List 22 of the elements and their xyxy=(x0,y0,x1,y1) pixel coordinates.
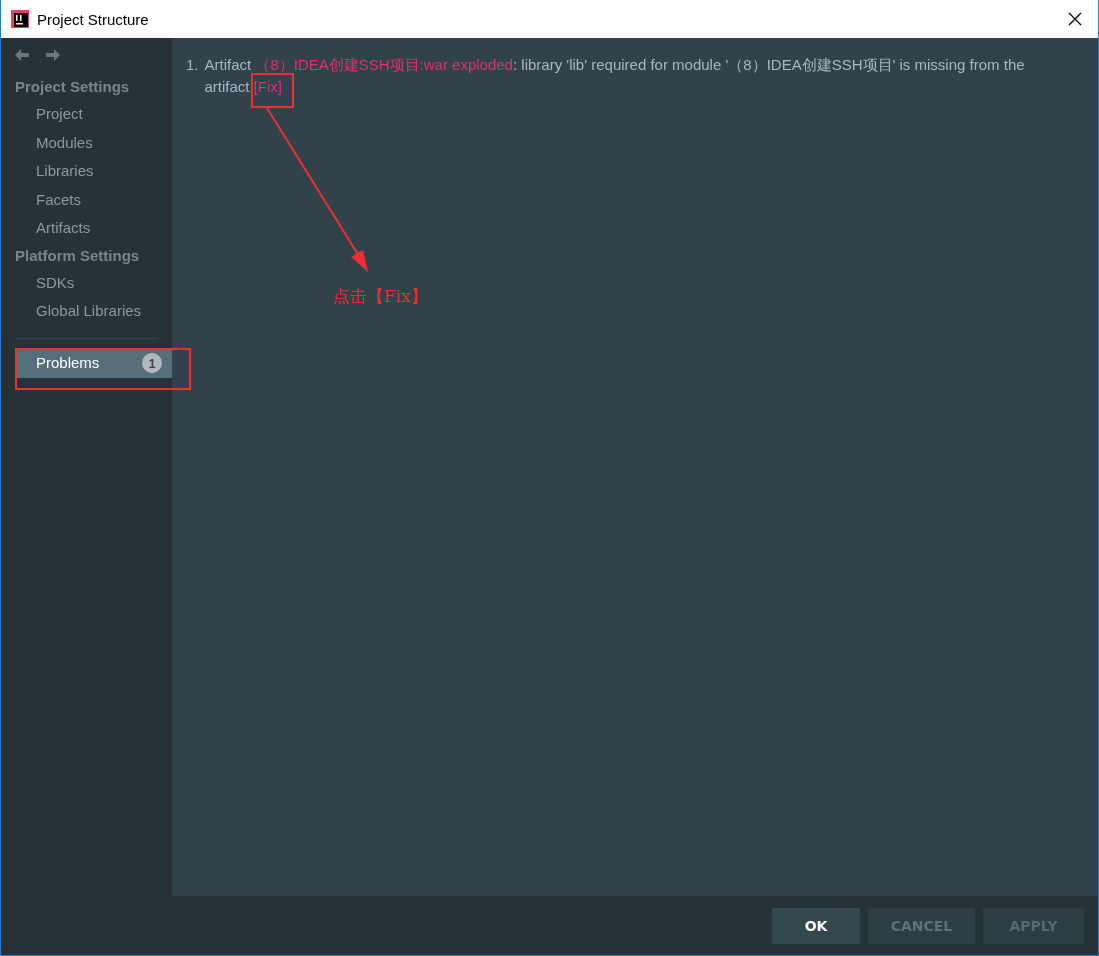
sidebar-item[interactable]: Problems 1 xyxy=(15,348,172,378)
sidebar-item[interactable]: SDKs xyxy=(1,268,172,297)
annotation-caption: 点击【Fix】 xyxy=(333,285,428,308)
item-label: Problems xyxy=(36,352,100,373)
sidebar-item[interactable]: Libraries xyxy=(1,157,172,186)
problem-link[interactable]: [Fix] xyxy=(250,72,295,108)
window-title: Project Structure xyxy=(37,10,150,28)
sidebar-item[interactable]: Facets xyxy=(1,185,172,214)
dialog-button[interactable]: OK xyxy=(772,907,860,944)
sidebar-item[interactable]: Project xyxy=(1,100,172,129)
problem-link[interactable]: （8）IDEA创建SSH项目:war exploded xyxy=(255,56,513,73)
app-logo-icon xyxy=(11,10,29,28)
sidebar-item[interactable]: Artifacts xyxy=(1,214,172,243)
sidebar-item[interactable]: Global Libraries xyxy=(1,297,172,326)
section-heading: Project Settings xyxy=(14,77,131,97)
sidebar-item[interactable]: Modules xyxy=(1,128,172,157)
close-icon[interactable] xyxy=(1068,12,1082,26)
forward-arrow-icon[interactable] xyxy=(46,49,60,61)
back-arrow-icon[interactable] xyxy=(15,49,29,61)
section-heading: Platform Settings xyxy=(14,245,141,266)
count-badge: 1 xyxy=(142,353,162,373)
list-number: 1. xyxy=(186,55,199,75)
